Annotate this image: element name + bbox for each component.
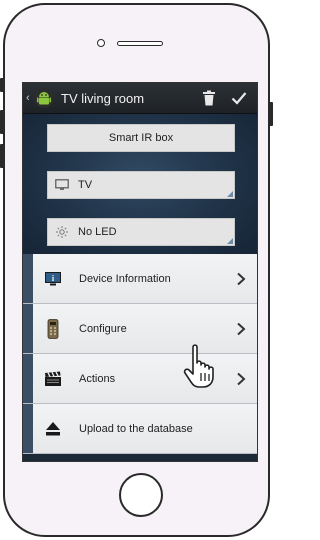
mute-switch[interactable] (0, 78, 4, 92)
android-logo-icon[interactable] (33, 87, 55, 109)
front-camera (97, 39, 105, 47)
led-field[interactable]: No LED (47, 218, 235, 246)
volume-up-button[interactable] (0, 110, 4, 134)
row-accent-strip (23, 304, 33, 353)
checkmark-icon[interactable] (227, 86, 251, 110)
dropdown-corner-icon (227, 191, 233, 197)
volume-down-button[interactable] (0, 144, 4, 168)
action-bar: ‹ TV living room (23, 83, 257, 114)
row-accent-strip (23, 354, 33, 403)
clapperboard-icon (43, 369, 63, 389)
tv-label: TV (78, 179, 93, 191)
chevron-right-icon (233, 372, 249, 386)
trash-icon[interactable] (197, 86, 221, 110)
dropdown-corner-icon (227, 238, 233, 244)
row-accent-strip (23, 254, 33, 303)
app-screen: ‹ TV living room Smart IR box TV No LED … (22, 82, 258, 462)
power-button[interactable] (269, 102, 273, 126)
info-icon: i (43, 269, 63, 289)
ir-box-field[interactable]: Smart IR box (47, 124, 235, 152)
tap-hand-cursor-icon (183, 343, 223, 389)
led-icon (54, 225, 70, 239)
ir-box-label: Smart IR box (108, 132, 174, 144)
menu-item-label: Upload to the database (79, 422, 193, 435)
row-accent-strip (23, 404, 33, 453)
remote-control-icon (43, 318, 63, 339)
led-label: No LED (78, 226, 117, 238)
menu-item-label: Configure (79, 322, 127, 335)
home-button[interactable] (119, 473, 163, 517)
chevron-right-icon (233, 322, 249, 336)
menu-item-device-information[interactable]: i Device Information (23, 254, 257, 304)
menu-item-label: Device Information (79, 272, 171, 285)
tv-field[interactable]: TV (47, 171, 235, 199)
upload-icon (43, 419, 63, 439)
monitor-icon (54, 178, 70, 192)
device-settings-panel: Smart IR box TV No LED (23, 114, 257, 254)
chevron-right-icon (233, 272, 249, 286)
back-icon[interactable]: ‹ (26, 92, 33, 104)
menu-item-upload[interactable]: Upload to the database (23, 404, 257, 454)
page-title: TV living room (61, 90, 145, 106)
earpiece-speaker (117, 41, 163, 46)
